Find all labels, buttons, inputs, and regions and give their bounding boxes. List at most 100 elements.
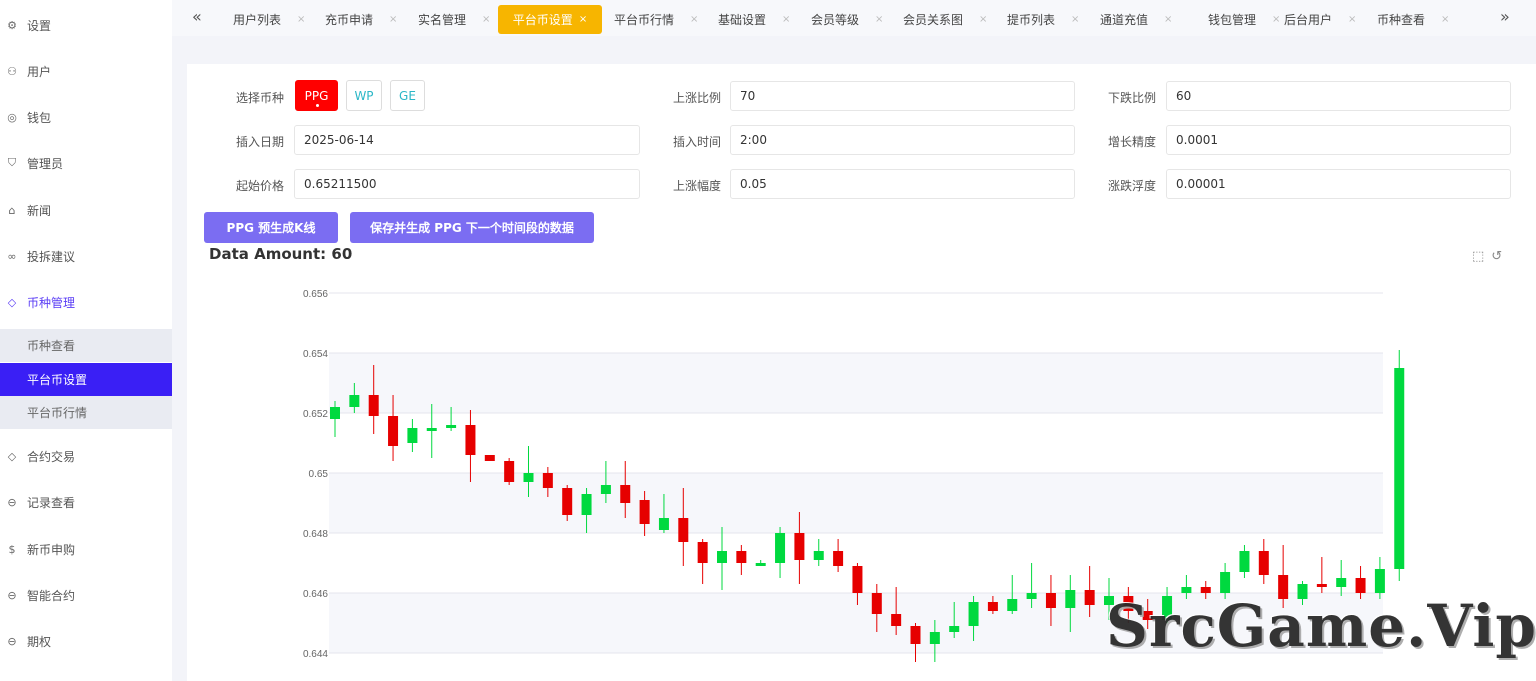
tab-0[interactable]: 用户列表 × [233,5,305,34]
candle-body [1045,593,1056,608]
close-icon[interactable]: × [389,14,397,25]
grid-band [329,473,1383,533]
tab-label: 会员等级 [811,13,860,27]
zoom-icon[interactable]: ⬚ [1472,249,1484,264]
candle-body [600,485,611,494]
candle-body [794,533,805,560]
growth-precision-label: 增长精度 [1108,135,1157,149]
candle-body [658,518,669,530]
y-tick-label: 0.65 [309,469,329,480]
candle-body [813,551,824,560]
fall-ratio-input[interactable]: 60 [1166,81,1511,111]
sidebar-item-8[interactable]: ⊖ 记录查看 [0,485,172,519]
tab-5[interactable]: 基础设置 × [718,5,790,34]
candle-body [833,551,844,566]
tab-7[interactable]: 会员关系图 × [903,5,987,34]
sidebar-item-label: 期权 [27,634,52,649]
tab-4[interactable]: 平台币行情 × [614,5,698,34]
close-icon[interactable]: × [1441,14,1449,25]
close-icon[interactable]: × [1071,14,1079,25]
tab-2[interactable]: 实名管理 × [418,5,490,34]
candle-body [407,428,418,443]
close-icon[interactable]: × [875,14,883,25]
close-icon[interactable]: × [297,14,305,25]
sidebar-item-6[interactable]: ◇ 币种管理 [0,285,172,319]
close-icon[interactable]: × [1348,14,1356,25]
restore-icon[interactable]: ↺ [1491,249,1502,264]
sidebar-item-11[interactable]: ⊖ 期权 [0,624,172,658]
user-icon: ⚇ [7,64,17,78]
candle [910,623,921,662]
close-icon[interactable]: × [579,14,587,25]
candle-body [968,602,979,626]
rise-range-input[interactable]: 0.05 [730,169,1075,199]
candle-body [388,416,399,446]
close-icon[interactable]: × [782,14,790,25]
sidebar-item-0[interactable]: ⚙ 设置 [0,8,172,42]
tab-10[interactable]: 钱包管理 × [1208,5,1280,34]
double-chevron-left-icon[interactable]: « [192,7,202,26]
close-icon[interactable]: × [1164,14,1172,25]
tab-12[interactable]: 币种查看 × [1377,5,1449,34]
sidebar-subitem-1[interactable]: 平台币设置 [0,363,172,396]
chart-toolbox: ⬚ ↺ [1472,249,1502,264]
sidebar-subitem-2[interactable]: 平台币行情 [0,396,172,429]
tab-9[interactable]: 通道充值 × [1100,5,1172,34]
sidebar-item-4[interactable]: ⌂ 新闻 [0,193,172,227]
candle-body [1065,590,1076,608]
candle-body [1394,368,1405,569]
tab-3[interactable]: 平台币设置 × [498,5,602,34]
start-price-input[interactable]: 0.65211500 [294,169,640,199]
close-icon[interactable]: × [690,14,698,25]
sidebar-item-3[interactable]: ⛉ 管理员 [0,146,172,180]
sidebar-item-10[interactable]: ⊖ 智能合约 [0,578,172,612]
candle-body [484,455,495,461]
sidebar-item-label: 管理员 [27,156,64,171]
y-tick-label: 0.656 [303,289,328,300]
candle-body [1374,569,1385,593]
coin-option-wp[interactable]: WP [346,80,382,111]
fluctuation-input[interactable]: 0.00001 [1166,169,1511,199]
insert-date-input[interactable]: 2025-06-14 [294,125,640,155]
tab-1[interactable]: 充币申请 × [325,5,397,34]
sidebar-subitem-0[interactable]: 币种查看 [0,329,172,362]
tab-8[interactable]: 提币列表 × [1007,5,1079,34]
sidebar-item-5[interactable]: ∞ 投拆建议 [0,239,172,273]
candle-body [755,563,766,566]
save-generate-button[interactable]: 保存并生成 PPG 下一个时间段的数据 [350,212,594,243]
sidebar-item-2[interactable]: ◎ 钱包 [0,100,172,134]
sidebar-item-7[interactable]: ◇ 合约交易 [0,439,172,473]
sidebar-item-1[interactable]: ⚇ 用户 [0,54,172,88]
candle [407,419,418,452]
candle-body [1336,578,1347,587]
gear-icon: ⚙ [7,18,17,32]
close-icon[interactable]: × [1272,14,1280,25]
candle-body [639,500,650,524]
wallet-icon: ◎ [7,110,17,124]
candle-body [1239,551,1250,572]
tab-11[interactable]: 后台用户 × [1284,5,1356,34]
candle [1258,539,1269,584]
sidebar-item-9[interactable]: $ 新币申购 [0,532,172,566]
coin-option-ppg[interactable]: PPG [295,80,338,111]
rise-range-label: 上涨幅度 [673,179,722,193]
insert-time-input[interactable]: 2:00 [730,125,1075,155]
candle [1394,350,1405,581]
sidebar-item-label: 新闻 [27,203,52,218]
candle-body [581,494,592,515]
candle-body [736,551,747,563]
pregenerate-kline-button[interactable]: PPG 预生成K线 [204,212,338,243]
insert-time-label: 插入时间 [673,135,722,149]
growth-precision-input[interactable]: 0.0001 [1166,125,1511,155]
coin-select-label: 选择币种 [236,91,285,105]
close-icon[interactable]: × [482,14,490,25]
candle-body [523,473,534,482]
double-chevron-right-icon[interactable]: » [1500,7,1510,26]
grid-band [329,353,1383,413]
tab-bar: « » 用户列表 × 充币申请 × 实名管理 × 平台币设置 × 平台币行情 × 基础设置 × 会员等级… [172,0,1536,36]
coin-option-ge[interactable]: GE [390,80,425,111]
rise-ratio-input[interactable]: 70 [730,81,1075,111]
tab-6[interactable]: 会员等级 × [811,5,883,34]
tab-label: 后台用户 [1284,13,1333,27]
close-icon[interactable]: × [979,14,987,25]
